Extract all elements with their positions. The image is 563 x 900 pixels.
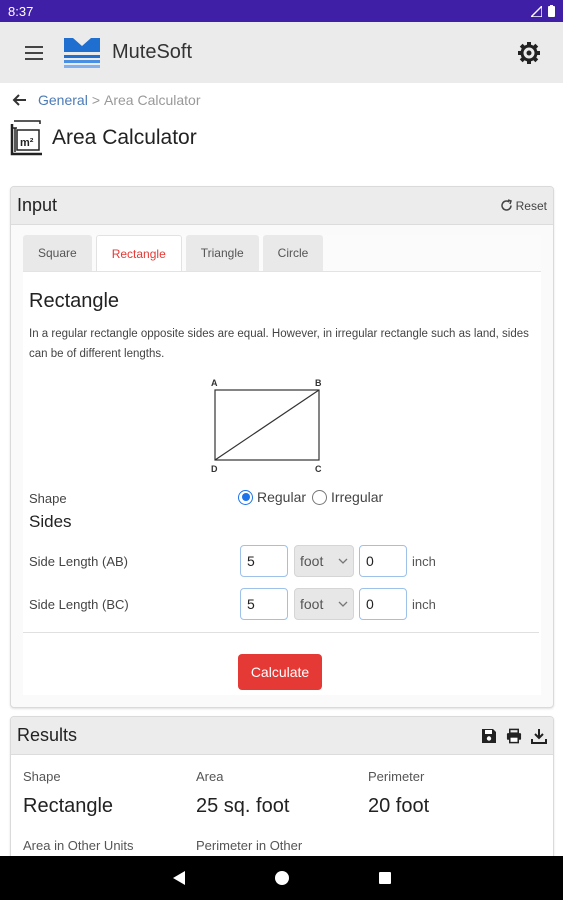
menu-button[interactable]: [18, 37, 50, 69]
side-ab-row: Side Length (AB) 5 foot 0 inch: [29, 545, 529, 577]
side-ab-unit-select[interactable]: foot: [294, 545, 354, 577]
calculator-panel: Square Rectangle Triangle Circle Rectang…: [23, 235, 541, 695]
tab-rectangle[interactable]: Rectangle: [95, 235, 182, 271]
floppy-save-icon: [482, 728, 496, 743]
back-triangle-icon: [172, 871, 185, 885]
divider: [23, 632, 539, 633]
tab-circle[interactable]: Circle: [262, 235, 324, 271]
results-actions: [481, 728, 547, 744]
page-title: Area Calculator: [52, 126, 197, 149]
result-area-label: Area: [196, 769, 224, 784]
mutesoft-logo-icon: [64, 37, 100, 68]
side-ab-inch-label: inch: [412, 553, 436, 569]
breadcrumb-current: Area Calculator: [104, 92, 201, 108]
breadcrumb-separator: >: [91, 92, 100, 108]
chevron-down-icon: [338, 558, 348, 564]
tab-triangle[interactable]: Triangle: [185, 235, 259, 271]
download-icon: [531, 728, 547, 744]
input-card: Input Reset Square Rectangle Triangle Ci…: [10, 186, 554, 708]
result-shape-label: Shape: [23, 769, 61, 784]
side-bc-unit-select[interactable]: foot: [294, 588, 354, 620]
shape-tabs: Square Rectangle Triangle Circle: [23, 235, 541, 271]
corner-c-label: C: [315, 464, 322, 474]
shape-name: Rectangle: [29, 290, 120, 312]
results-card-header: Results: [11, 717, 553, 755]
shape-description: In a regular rectangle opposite sides ar…: [29, 328, 529, 360]
area-other-units-label: Area in Other Units: [23, 838, 134, 853]
battery-icon: [548, 5, 555, 17]
corner-a-label: A: [211, 378, 218, 388]
home-circle-icon: [274, 871, 289, 885]
shape-type-radio-group: Regular Irregular: [238, 489, 389, 505]
reset-button[interactable]: Reset: [500, 199, 547, 213]
side-bc-input[interactable]: 5: [240, 588, 288, 620]
area-icon-text: m²: [20, 137, 34, 149]
calculate-button[interactable]: Calculate: [238, 654, 322, 690]
download-button[interactable]: [531, 728, 547, 744]
tab-square[interactable]: Square: [23, 235, 92, 271]
input-card-header: Input Reset: [11, 187, 553, 225]
side-ab-input[interactable]: 5: [240, 545, 288, 577]
printer-icon: [506, 728, 522, 743]
recents-square-icon: [378, 872, 391, 884]
result-shape-value: Rectangle: [23, 795, 114, 817]
shape-type-label: Shape: [29, 491, 67, 506]
side-ab-label: Side Length (AB): [29, 553, 129, 569]
app-title: MuteSoft: [112, 41, 193, 63]
gear-icon: [518, 41, 540, 64]
sides-heading: Sides: [29, 512, 72, 531]
result-area-value: 25 sq. foot: [196, 795, 290, 817]
irregular-radio[interactable]: [312, 489, 328, 505]
side-bc-row: Side Length (BC) 5 foot 0 inch: [29, 588, 529, 620]
settings-button[interactable]: [513, 37, 545, 69]
side-bc-inch-label: inch: [412, 596, 436, 612]
side-bc-unit-value: foot: [300, 596, 324, 612]
system-nav-bar: [0, 856, 563, 900]
area-square-icon: m²: [10, 120, 42, 156]
side-ab-unit-value: foot: [300, 553, 324, 569]
status-bar: 8:37: [0, 0, 563, 22]
regular-radio-label[interactable]: Regular: [257, 489, 306, 505]
print-button[interactable]: [506, 728, 522, 744]
chevron-down-icon: [338, 601, 348, 607]
perimeter-other-units-label: Perimeter in Other: [196, 838, 303, 853]
back-arrow-icon[interactable]: [10, 90, 30, 110]
breadcrumb: General > Area Calculator: [10, 90, 201, 110]
side-ab-inch-input[interactable]: 0: [359, 545, 407, 577]
save-button[interactable]: [481, 728, 497, 744]
nav-recents-button[interactable]: [378, 871, 392, 885]
regular-radio[interactable]: [238, 489, 253, 505]
breadcrumb-general-link[interactable]: General: [38, 92, 88, 108]
rectangle-tab-panel: Rectangle In a regular rectangle opposit…: [23, 271, 541, 695]
corner-d-label: D: [211, 464, 218, 474]
corner-b-label: B: [315, 378, 322, 388]
results-card-title: Results: [17, 725, 78, 745]
nav-back-button[interactable]: [172, 870, 186, 886]
hamburger-icon: [25, 45, 43, 60]
result-perimeter-value: 20 foot: [368, 795, 430, 817]
app-bar: MuteSoft: [0, 22, 563, 83]
result-perimeter-label: Perimeter: [368, 769, 425, 784]
nav-home-button[interactable]: [274, 870, 290, 886]
signal-icon: [531, 5, 542, 17]
refresh-icon: [500, 199, 512, 211]
status-icons: [531, 5, 555, 17]
reset-label: Reset: [515, 198, 547, 213]
rectangle-diagram: A B D C: [211, 378, 322, 474]
side-bc-label: Side Length (BC): [29, 596, 129, 612]
status-time: 8:37: [8, 3, 34, 19]
page-header: m² Area Calculator: [10, 120, 197, 156]
irregular-radio-label[interactable]: Irregular: [331, 489, 383, 505]
input-card-title: Input: [17, 195, 58, 215]
side-bc-inch-input[interactable]: 0: [359, 588, 407, 620]
